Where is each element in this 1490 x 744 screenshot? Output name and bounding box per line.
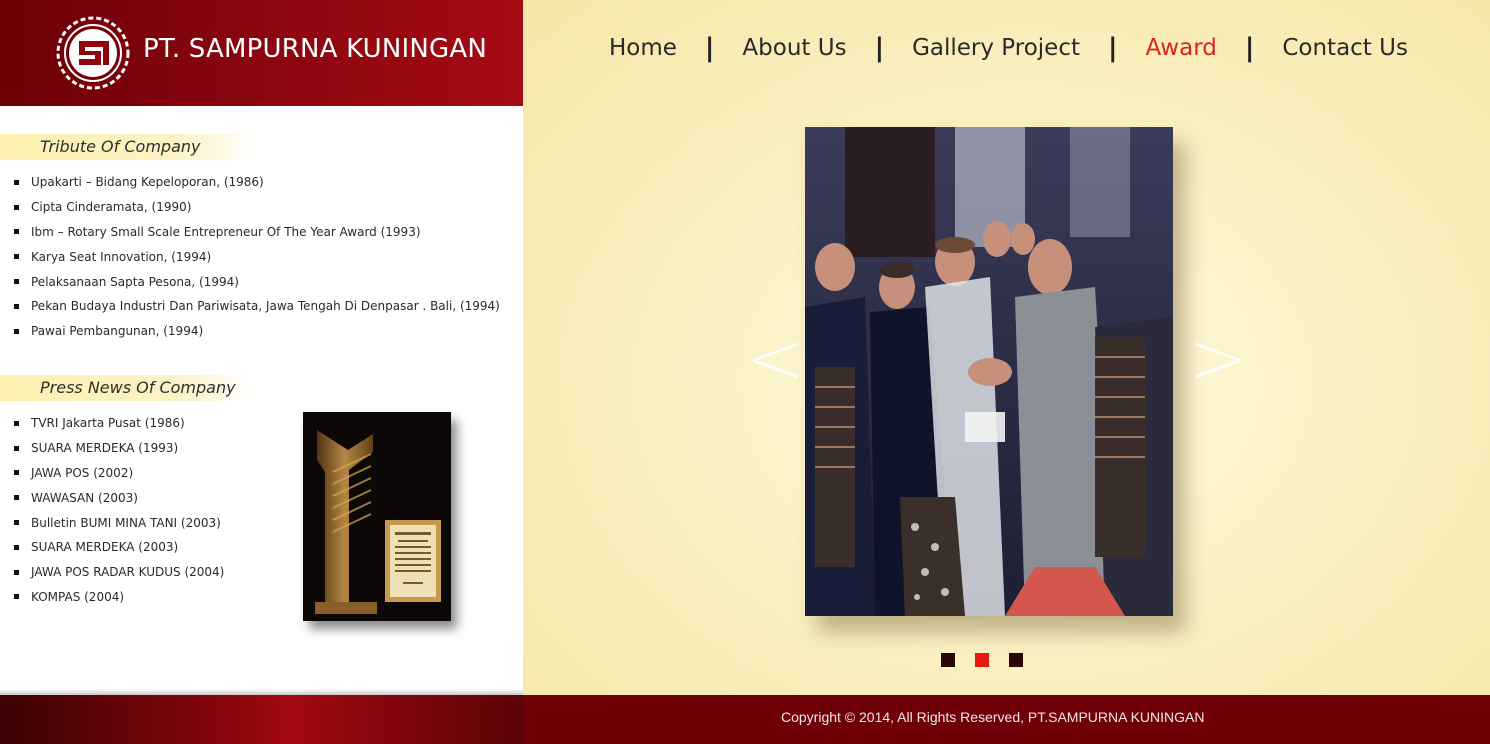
list-item: Cipta Cinderamata, (1990) — [14, 195, 500, 220]
bullet-icon — [14, 303, 19, 309]
bullet-icon — [14, 445, 19, 451]
footer-left-bar — [0, 695, 523, 744]
list-item-text: Upakarti – Bidang Kepeloporan, (1986) — [31, 175, 264, 190]
slider-dot-1[interactable] — [941, 653, 955, 667]
nav-award[interactable]: Award — [1145, 35, 1216, 61]
list-item-text: SUARA MERDEKA (1993) — [31, 441, 179, 456]
list-item-text: Pekan Budaya Industri Dan Pariwisata, Ja… — [31, 299, 500, 314]
list-item: Pawai Pembangunan, (1994) — [14, 319, 500, 344]
bullet-icon — [14, 254, 19, 260]
left-content-panel: Tribute Of Company Upakarti – Bidang Kep… — [0, 106, 523, 695]
header-logo-panel: PT. SAMPURNA KUNINGAN — [0, 0, 523, 106]
list-item: Pelaksanaan Sapta Pesona, (1994) — [14, 269, 500, 294]
nav-separator: | — [1107, 33, 1118, 63]
nav-home[interactable]: Home — [609, 35, 677, 61]
list-item-text: WAWASAN (2003) — [31, 490, 138, 505]
bullet-icon — [14, 328, 19, 334]
list-item: Ibm – Rotary Small Scale Entrepreneur Of… — [14, 220, 500, 245]
list-item: TVRI Jakarta Pusat (1986) — [14, 411, 224, 436]
bullet-icon — [14, 495, 19, 501]
nav-separator: | — [1244, 33, 1255, 63]
bullet-icon — [14, 569, 19, 575]
press-section-title: Press News Of Company — [0, 375, 255, 401]
nav-separator: | — [704, 33, 715, 63]
list-item: Karya Seat Innovation, (1994) — [14, 244, 500, 269]
list-item-text: TVRI Jakarta Pusat (1986) — [31, 416, 185, 431]
slider-dot-2[interactable] — [975, 653, 989, 667]
slider-next-arrow[interactable]: > — [1188, 322, 1248, 394]
bullet-icon — [14, 520, 19, 526]
company-name: PT. SAMPURNA KUNINGAN — [143, 34, 488, 64]
bullet-icon — [14, 594, 19, 600]
bullet-icon — [14, 544, 19, 550]
bullet-icon — [14, 204, 19, 210]
footer-bar: Copyright © 2014, All Rights Reserved, P… — [523, 695, 1490, 744]
list-item: SUARA MERDEKA (1993) — [14, 436, 224, 461]
award-ceremony-image — [805, 127, 1173, 616]
list-item-text: KOMPAS (2004) — [31, 589, 125, 604]
list-item-text: SUARA MERDEKA (2003) — [31, 540, 179, 555]
bullet-icon — [14, 420, 19, 426]
copyright-text: Copyright © 2014, All Rights Reserved, P… — [781, 709, 1205, 725]
bullet-icon — [14, 229, 19, 235]
list-item-text: JAWA POS (2002) — [31, 465, 134, 480]
list-item-text: Bulletin BUMI MINA TANI (2003) — [31, 515, 221, 530]
list-item: Upakarti – Bidang Kepeloporan, (1986) — [14, 170, 500, 195]
list-item-text: Pelaksanaan Sapta Pesona, (1994) — [31, 274, 239, 289]
nav-separator: | — [874, 33, 885, 63]
press-list: TVRI Jakarta Pusat (1986) SUARA MERDEKA … — [14, 411, 224, 609]
trophy-image — [303, 412, 451, 621]
bullet-icon — [14, 279, 19, 285]
trophy-photo — [303, 412, 451, 621]
bullet-icon — [14, 179, 19, 185]
nav-contact-us[interactable]: Contact Us — [1282, 35, 1408, 61]
slider-dot-3[interactable] — [1009, 653, 1023, 667]
list-item: Bulletin BUMI MINA TANI (2003) — [14, 510, 224, 535]
list-item: JAWA POS (2002) — [14, 461, 224, 486]
nav-gallery-project[interactable]: Gallery Project — [912, 35, 1080, 61]
nav-about-us[interactable]: About Us — [742, 35, 846, 61]
list-item: JAWA POS RADAR KUDUS (2004) — [14, 560, 224, 585]
award-slide-photo — [805, 127, 1173, 616]
list-item: SUARA MERDEKA (2003) — [14, 535, 224, 560]
slider-pagination — [941, 653, 1043, 667]
sp-logo-icon[interactable] — [55, 15, 131, 91]
list-item-text: Pawai Pembangunan, (1994) — [31, 324, 204, 339]
list-item-text: JAWA POS RADAR KUDUS (2004) — [31, 565, 225, 580]
list-item-text: Cipta Cinderamata, (1990) — [31, 200, 192, 215]
list-item: WAWASAN (2003) — [14, 485, 224, 510]
slider-prev-arrow[interactable]: < — [745, 322, 805, 394]
list-item-text: Ibm – Rotary Small Scale Entrepreneur Of… — [31, 224, 421, 239]
tribute-section-title: Tribute Of Company — [0, 134, 255, 160]
tribute-list: Upakarti – Bidang Kepeloporan, (1986) Ci… — [14, 170, 500, 344]
list-item: Pekan Budaya Industri Dan Pariwisata, Ja… — [14, 294, 500, 319]
list-item: KOMPAS (2004) — [14, 585, 224, 610]
list-item-text: Karya Seat Innovation, (1994) — [31, 249, 212, 264]
main-navigation: Home | About Us | Gallery Project | Awar… — [609, 30, 1408, 66]
bullet-icon — [14, 470, 19, 476]
